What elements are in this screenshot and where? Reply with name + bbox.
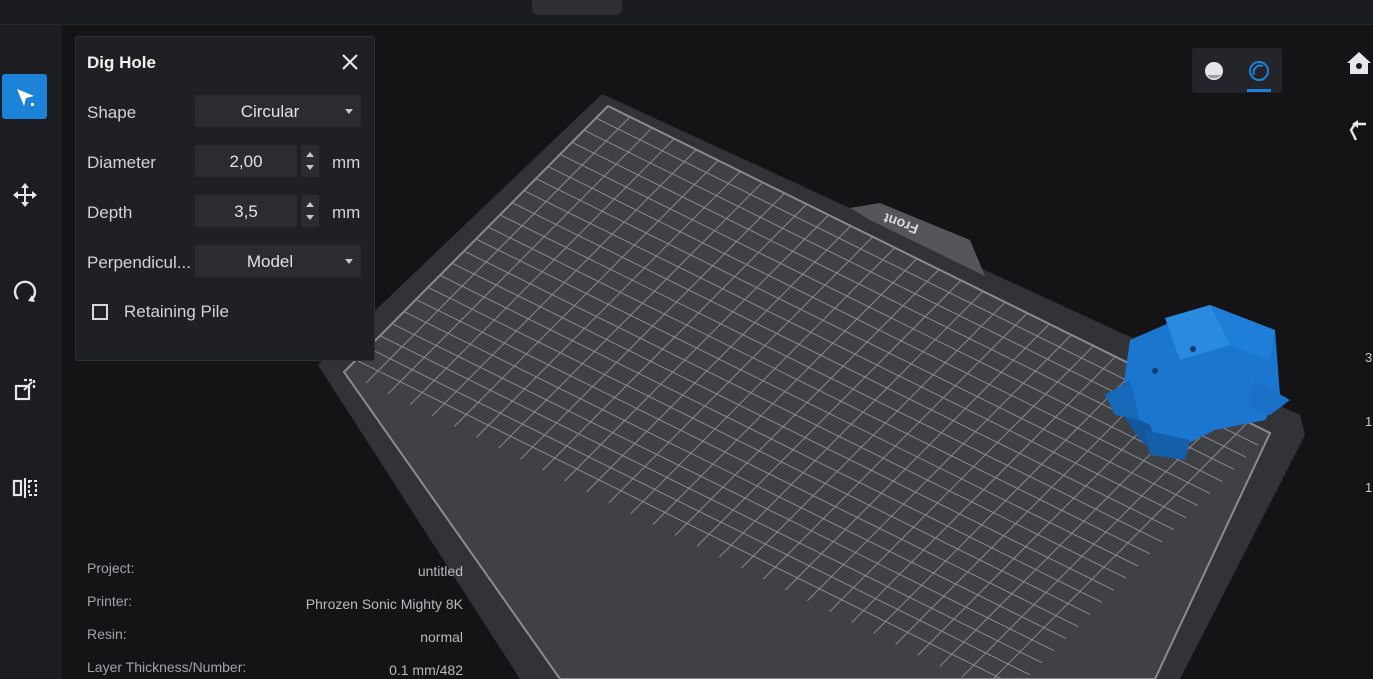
depth-label: Depth [87, 203, 133, 222]
printer-value: Phrozen Sonic Mighty 8K [305, 596, 463, 612]
depth-value: 3,5 [234, 202, 258, 221]
resin-label: Resin: [87, 626, 127, 642]
project-value: untitled [417, 563, 463, 579]
left-toolbar [0, 25, 62, 679]
shape-select-value: Circular [240, 102, 300, 121]
diameter-unit: mm [332, 153, 361, 172]
info-row-printer: Printer: Phrozen Sonic Mighty 8K [87, 590, 463, 612]
project-label: Project: [87, 560, 135, 576]
diameter-label: Diameter [87, 153, 156, 172]
increment-icon[interactable] [306, 152, 314, 157]
panel-title: Dig Hole [87, 53, 156, 72]
right-edge-value-3: 1, [1365, 480, 1373, 495]
right-edge-value-1: 3, [1365, 350, 1373, 365]
dig-hole-panel: Dig Hole Shape Circular Diameter 2,00 mm… [75, 36, 375, 361]
info-row-resin: Resin: normal [87, 623, 463, 645]
close-icon [342, 54, 358, 70]
shape-select[interactable]: Circular [195, 95, 361, 127]
rotate-icon [13, 280, 36, 302]
active-menu-tab[interactable] [532, 0, 622, 15]
active-view-indicator [1247, 89, 1271, 92]
diameter-stepper[interactable] [301, 145, 319, 177]
decrement-icon[interactable] [306, 215, 314, 220]
move-icon [12, 182, 37, 207]
chevron-down-icon [345, 109, 353, 114]
scale-tool-button[interactable] [2, 367, 47, 412]
perpendicular-select-value: Model [246, 252, 294, 271]
close-button[interactable] [339, 51, 361, 73]
layer-label: Layer Thickness/Number: [87, 659, 247, 675]
depth-unit: mm [332, 203, 361, 222]
solid-view-icon[interactable] [1203, 60, 1225, 82]
layer-value: 0.1 mm/482 [389, 662, 463, 678]
retaining-pile-label: Retaining Pile [124, 302, 229, 321]
perpendicular-label: Perpendicul... [87, 253, 191, 272]
top-menu-bar [0, 0, 1373, 25]
xray-view-icon[interactable] [1248, 60, 1270, 82]
move-tool-button[interactable] [2, 172, 47, 217]
depth-input[interactable]: 3,5 [195, 195, 297, 227]
scale-icon [14, 378, 35, 400]
select-tool-button[interactable] [2, 74, 47, 119]
right-edge-value-2: 1, [1365, 414, 1373, 429]
depth-stepper[interactable] [301, 195, 319, 227]
retaining-pile-checkbox[interactable] [92, 304, 108, 320]
diameter-input[interactable]: 2,00 [195, 145, 297, 177]
info-row-project: Project: untitled [87, 557, 463, 579]
select-icon [16, 88, 34, 106]
mirror-icon [12, 477, 37, 498]
decrement-icon[interactable] [306, 165, 314, 170]
home-view-icon[interactable] [1346, 50, 1373, 76]
increment-icon[interactable] [306, 202, 314, 207]
info-row-layer: Layer Thickness/Number: 0.1 mm/482 [87, 656, 463, 678]
printer-label: Printer: [87, 593, 133, 609]
chevron-down-icon [345, 259, 353, 264]
rotate-tool-button[interactable] [2, 269, 47, 314]
view-mode-toggle [1192, 48, 1282, 93]
resin-value: normal [420, 629, 463, 645]
shape-label: Shape [87, 103, 137, 122]
perpendicular-select[interactable]: Model [195, 245, 361, 277]
undo-icon[interactable] [1346, 118, 1373, 144]
mirror-tool-button[interactable] [2, 465, 47, 510]
diameter-value: 2,00 [229, 152, 263, 171]
